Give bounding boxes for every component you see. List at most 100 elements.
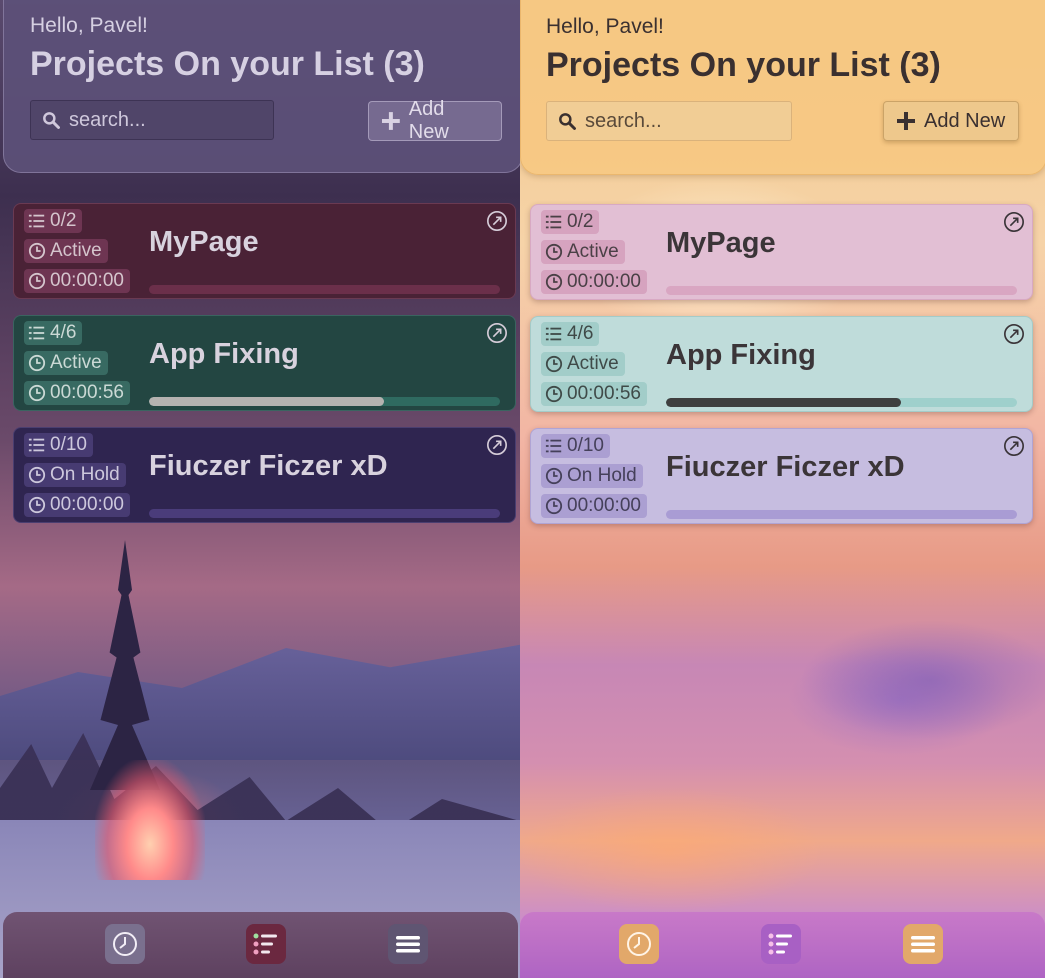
search-box[interactable]: [30, 100, 274, 140]
timer-badge: 00:00:00: [24, 269, 130, 293]
project-card[interactable]: 0/10 On Hold 00:00:00 Fiuczer Ficzer xD: [13, 427, 516, 523]
project-card[interactable]: 0/10 On Hold 00:00:00 Fiuczer Ficzer xD: [530, 428, 1033, 524]
timer-badge: 00:00:00: [541, 270, 647, 294]
page-title: Projects On your List (3): [30, 45, 425, 83]
search-icon: [559, 113, 576, 130]
menu-icon: [396, 936, 420, 953]
clock-icon: [113, 932, 137, 956]
task-count: 0/10: [50, 434, 87, 455]
search-input[interactable]: [583, 108, 777, 134]
plus-icon: [897, 112, 915, 130]
bottom-nav: [520, 912, 1045, 978]
clock-icon: [28, 354, 46, 372]
clock-icon: [28, 496, 46, 514]
checklist-icon: [28, 326, 45, 340]
project-card[interactable]: 0/2 Active 00:00:00 MyPage: [530, 204, 1033, 300]
timer-badge: 00:00:00: [541, 494, 647, 518]
clock-icon: [28, 384, 46, 402]
clock-icon: [545, 355, 563, 373]
nav-menu-button[interactable]: [388, 924, 428, 964]
clock-icon: [28, 272, 46, 290]
task-count-badge: 4/6: [24, 321, 83, 345]
task-count: 4/6: [567, 323, 594, 344]
task-count-badge: 0/10: [24, 433, 93, 457]
status-label: On Hold: [50, 464, 120, 485]
progress-bar: [666, 398, 1017, 407]
nav-clock-button[interactable]: [105, 924, 145, 964]
project-card[interactable]: 0/2 Active 00:00:00 MyPage: [13, 203, 516, 299]
project-name: MyPage: [666, 227, 776, 259]
app-comparison: Hello, Pavel! Projects On your List (3) …: [0, 0, 1045, 978]
clock-icon: [545, 243, 563, 261]
bottom-nav: [3, 912, 518, 978]
dark-theme-screen: Hello, Pavel! Projects On your List (3) …: [0, 0, 520, 978]
timer-badge: 00:00:56: [541, 382, 647, 406]
greeting: Hello, Pavel!: [546, 15, 664, 38]
task-count: 0/10: [567, 435, 604, 456]
search-box[interactable]: [546, 101, 792, 141]
progress-bar: [149, 285, 500, 294]
status-label: Active: [567, 353, 619, 374]
status-label: On Hold: [567, 465, 637, 486]
timer-value: 00:00:00: [50, 494, 124, 515]
clock-icon: [627, 932, 651, 956]
timer-value: 00:00:00: [567, 495, 641, 516]
task-count-badge: 0/10: [541, 434, 610, 458]
clock-icon: [545, 385, 563, 403]
project-card[interactable]: 4/6 Active 00:00:56 App Fixing: [13, 315, 516, 411]
progress-bar: [149, 397, 500, 406]
checklist-icon: [28, 438, 45, 452]
nav-task-list-button[interactable]: [246, 924, 286, 964]
task-list-icon: [253, 933, 277, 955]
status-label: Active: [50, 240, 102, 261]
timer-value: 00:00:56: [50, 382, 124, 403]
status-badge: Active: [541, 240, 625, 264]
clock-icon: [28, 242, 46, 260]
open-project-icon[interactable]: [1003, 323, 1025, 345]
checklist-icon: [545, 439, 562, 453]
timer-value: 00:00:00: [567, 271, 641, 292]
nav-menu-button[interactable]: [903, 924, 943, 964]
task-count: 0/2: [50, 210, 77, 231]
clock-icon: [545, 497, 563, 515]
status-badge: Active: [24, 239, 108, 263]
checklist-icon: [545, 215, 562, 229]
add-new-button[interactable]: Add New: [368, 98, 502, 143]
search-input[interactable]: [67, 107, 261, 133]
nav-task-list-button[interactable]: [761, 924, 801, 964]
nav-clock-button[interactable]: [619, 924, 659, 964]
status-label: Active: [50, 352, 102, 373]
clock-icon: [545, 273, 563, 291]
status-label: Active: [567, 241, 619, 262]
project-name: MyPage: [149, 226, 259, 258]
add-new-label: Add New: [408, 98, 449, 143]
open-project-icon[interactable]: [1003, 211, 1025, 233]
timer-badge: 00:00:56: [24, 381, 130, 405]
plus-icon: [381, 112, 400, 130]
header-panel: Hello, Pavel! Projects On your List (3) …: [3, 0, 520, 173]
progress-bar: [149, 509, 500, 518]
light-theme-screen: Hello, Pavel! Projects On your List (3) …: [520, 0, 1045, 978]
timer-badge: 00:00:00: [24, 493, 130, 517]
checklist-icon: [545, 327, 562, 341]
status-badge: Active: [24, 351, 108, 375]
project-name: App Fixing: [149, 338, 299, 370]
status-badge: Active: [541, 352, 625, 376]
task-count: 0/2: [567, 211, 594, 232]
open-project-icon[interactable]: [486, 434, 508, 456]
add-new-button[interactable]: Add New: [883, 101, 1019, 141]
search-icon: [43, 112, 60, 129]
timer-value: 00:00:56: [567, 383, 641, 404]
page-title: Projects On your List (3): [546, 46, 941, 84]
open-project-icon[interactable]: [486, 210, 508, 232]
task-count: 4/6: [50, 322, 77, 343]
clock-icon: [28, 466, 46, 484]
open-project-icon[interactable]: [1003, 435, 1025, 457]
menu-icon: [911, 936, 935, 953]
timer-value: 00:00:00: [50, 270, 124, 291]
project-card[interactable]: 4/6 Active 00:00:56 App Fixing: [530, 316, 1033, 412]
task-count-badge: 0/2: [541, 210, 600, 234]
status-badge: On Hold: [24, 463, 126, 487]
clock-icon: [545, 467, 563, 485]
open-project-icon[interactable]: [486, 322, 508, 344]
